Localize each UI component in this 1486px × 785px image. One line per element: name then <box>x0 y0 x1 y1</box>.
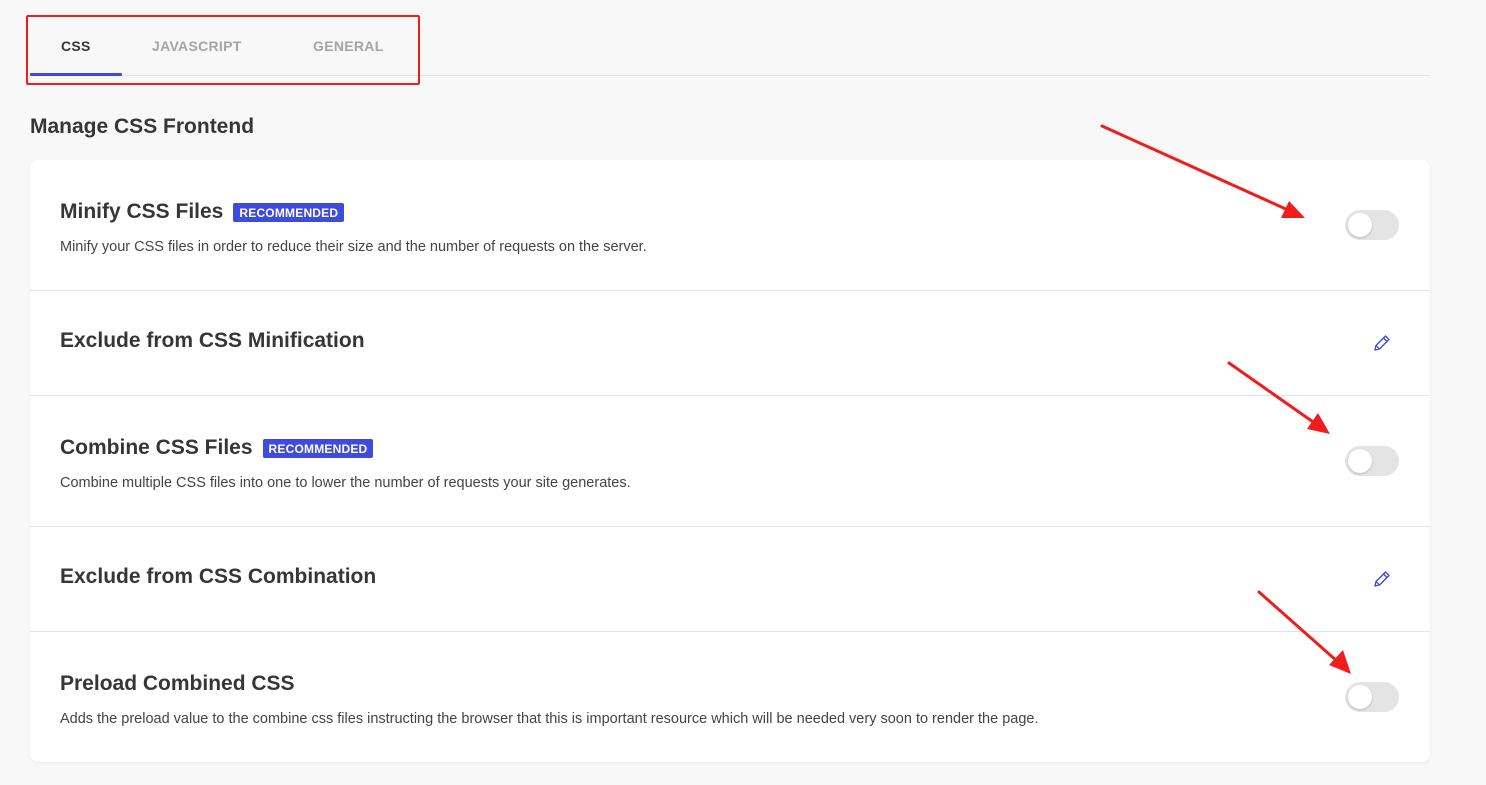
setting-title-text: Preload Combined CSS <box>60 672 295 695</box>
setting-title: Preload Combined CSS <box>60 672 295 696</box>
combine-css-toggle[interactable] <box>1345 446 1399 476</box>
edit-exclude-combination-button[interactable] <box>1372 569 1392 589</box>
setting-title-text: Combine CSS Files <box>60 436 253 459</box>
preload-combined-css-toggle[interactable] <box>1345 682 1399 712</box>
tab-javascript[interactable]: JAVASCRIPT <box>152 38 242 54</box>
setting-row-combine-css: Combine CSS Files RECOMMENDED Combine mu… <box>30 396 1430 527</box>
setting-row-minify-css: Minify CSS Files RECOMMENDED Minify your… <box>30 160 1430 291</box>
setting-row-exclude-combination: Exclude from CSS Combination <box>30 527 1430 632</box>
setting-row-exclude-minification: Exclude from CSS Minification <box>30 291 1430 396</box>
minify-css-toggle[interactable] <box>1345 210 1399 240</box>
section-title: Manage CSS Frontend <box>30 115 255 138</box>
recommended-badge: RECOMMENDED <box>262 438 374 458</box>
setting-title-text: Exclude from CSS Combination <box>60 565 377 588</box>
setting-title: Minify CSS Files RECOMMENDED <box>60 200 345 224</box>
toggle-knob <box>1348 449 1372 473</box>
setting-row-preload-combined-css: Preload Combined CSS Adds the preload va… <box>30 632 1430 762</box>
recommended-badge: RECOMMENDED <box>233 202 345 222</box>
tab-bar: CSS JAVASCRIPT GENERAL <box>30 0 1430 76</box>
toggle-knob <box>1348 685 1372 709</box>
active-tab-indicator <box>30 73 122 76</box>
setting-description: Combine multiple CSS files into one to l… <box>60 475 631 491</box>
setting-title: Combine CSS Files RECOMMENDED <box>60 436 374 460</box>
setting-title: Exclude from CSS Combination <box>60 565 376 589</box>
setting-title-text: Exclude from CSS Minification <box>60 329 365 352</box>
tab-general[interactable]: GENERAL <box>313 38 384 54</box>
toggle-knob <box>1348 213 1372 237</box>
setting-description: Minify your CSS files in order to reduce… <box>60 239 647 255</box>
setting-title: Exclude from CSS Minification <box>60 329 365 353</box>
settings-card: Minify CSS Files RECOMMENDED Minify your… <box>30 160 1430 762</box>
pencil-icon <box>1374 335 1390 351</box>
setting-description: Adds the preload value to the combine cs… <box>60 711 1039 727</box>
pencil-icon <box>1374 571 1390 587</box>
setting-title-text: Minify CSS Files <box>60 200 224 223</box>
edit-exclude-minification-button[interactable] <box>1372 333 1392 353</box>
tab-css[interactable]: CSS <box>61 38 91 54</box>
